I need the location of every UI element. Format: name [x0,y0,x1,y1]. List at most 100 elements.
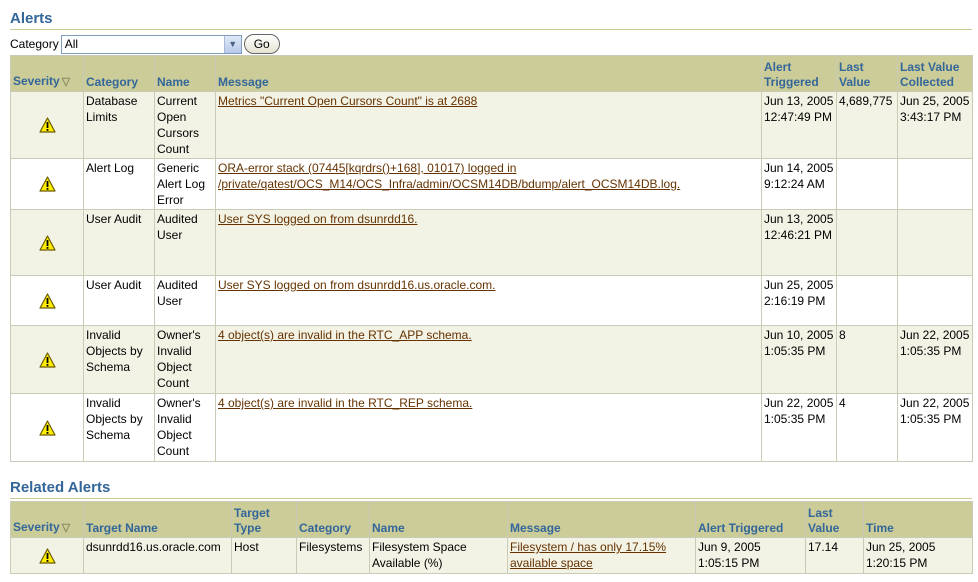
table-row: Invalid Objects by Schema Owner's Invalid… [10,393,973,462]
last-value-collected-cell [897,158,973,210]
severity-cell [10,325,84,394]
category-select-value: All [64,37,79,51]
severity-cell [10,209,84,276]
time-cell: Jun 25, 2005 1:20:15 PM [863,537,973,574]
message-link[interactable]: 4 object(s) are invalid in the RTC_APP s… [218,328,472,342]
alert-triggered-cell: Jun 14, 2005 9:12:24 AM [761,158,837,210]
related-column-header-time[interactable]: Time [863,501,973,538]
warning-icon [38,117,56,134]
last-value-collected-cell: Jun 22, 2005 1:05:35 PM [897,325,973,394]
column-header-last-value-collected[interactable]: Last Value Collected [897,55,973,92]
category-cell: Database Limits [83,91,155,159]
message-link[interactable]: User SYS logged on from dsunrdd16. [218,212,417,226]
category-cell: User Audit [83,209,155,276]
related-column-header-name[interactable]: Name [369,501,508,538]
table-row: Alert Log Generic Alert Log Error ORA-erro… [10,158,973,210]
related-column-header-last-value[interactable]: Last Value [805,501,864,538]
message-link[interactable]: ORA-error stack (07445[kqrdrs()+168], 01… [218,161,680,191]
sort-descending-icon[interactable]: ▽ [62,76,70,88]
related-column-header-severity[interactable]: Severity ▽ [10,501,84,538]
table-row: dsunrdd16.us.oracle.com Host Filesystems Fi… [10,537,973,574]
table-row: Database Limits Current Open Cursors Coun… [10,91,973,159]
severity-cell [10,275,84,326]
column-header-category[interactable]: Category [83,55,155,92]
alerts-table: Severity ▽ Category Name Message Alert Tr… [10,55,973,462]
warning-icon [38,548,56,564]
last-value-cell [836,158,898,210]
last-value-cell [836,275,898,326]
category-cell: Filesystems [296,537,370,574]
alerts-title-rule [10,29,972,30]
message-cell: Metrics "Current Open Cursors Count" is … [215,91,762,159]
message-cell: ORA-error stack (07445[kqrdrs()+168], 01… [215,158,762,210]
name-cell: Owner's Invalid Object Count [154,325,216,394]
message-link[interactable]: Filesystem / has only 17.15% available s… [510,540,666,570]
category-filter: Category All ▼ Go [10,34,280,54]
last-value-cell: 4,689,775 [836,91,898,159]
last-value-cell [836,209,898,276]
message-cell: User SYS logged on from dsunrdd16.us.ora… [215,275,762,326]
alert-triggered-cell: Jun 10, 2005 1:05:35 PM [761,325,837,394]
last-value-collected-cell: Jun 25, 2005 3:43:17 PM [897,91,973,159]
table-row: User Audit Audited User User SYS logged on… [10,275,973,326]
severity-cell [10,537,84,574]
table-row: User Audit Audited User User SYS logged on… [10,209,973,276]
related-column-header-alert-triggered[interactable]: Alert Triggered [695,501,806,538]
last-value-cell: 8 [836,325,898,394]
alerts-title: Alerts [10,10,53,27]
alert-triggered-cell: Jun 9, 2005 1:05:15 PM [695,537,806,574]
message-cell: 4 object(s) are invalid in the RTC_APP s… [215,325,762,394]
related-alerts-title-rule [10,498,972,499]
category-select[interactable]: All ▼ [60,34,242,54]
last-value-collected-cell [897,209,973,276]
sort-descending-icon[interactable]: ▽ [62,522,70,534]
chevron-down-icon[interactable]: ▼ [223,35,241,53]
column-header-name[interactable]: Name [154,55,216,92]
related-column-header-message[interactable]: Message [507,501,696,538]
column-header-alert-triggered[interactable]: Alert Triggered [761,55,837,92]
category-cell: Alert Log [83,158,155,210]
warning-icon [38,420,56,436]
column-header-message[interactable]: Message [215,55,762,92]
last-value-collected-cell: Jun 22, 2005 1:05:35 PM [897,393,973,462]
category-cell: Invalid Objects by Schema [83,393,155,462]
target-name-cell: dsunrdd16.us.oracle.com [83,537,232,574]
name-cell: Audited User [154,275,216,326]
go-button[interactable]: Go [243,34,280,54]
warning-icon [38,235,56,251]
last-value-cell: 4 [836,393,898,462]
name-cell: Owner's Invalid Object Count [154,393,216,462]
warning-icon [38,176,56,193]
name-cell: Filesystem Space Available (%) [369,537,508,574]
name-cell: Current Open Cursors Count [154,91,216,159]
alert-triggered-cell: Jun 13, 2005 12:46:21 PM [761,209,837,276]
message-cell: Filesystem / has only 17.15% available s… [507,537,696,574]
category-cell: User Audit [83,275,155,326]
message-link[interactable]: User SYS logged on from dsunrdd16.us.ora… [218,278,495,292]
message-cell: 4 object(s) are invalid in the RTC_REP s… [215,393,762,462]
name-cell: Generic Alert Log Error [154,158,216,210]
severity-cell [10,393,84,462]
related-column-header-target-name[interactable]: Target Name [83,501,232,538]
target-type-cell: Host [231,537,297,574]
message-cell: User SYS logged on from dsunrdd16. [215,209,762,276]
column-header-severity[interactable]: Severity ▽ [10,55,84,92]
category-cell: Invalid Objects by Schema [83,325,155,394]
related-column-header-category[interactable]: Category [296,501,370,538]
alert-triggered-cell: Jun 13, 2005 12:47:49 PM [761,91,837,159]
column-header-last-value[interactable]: Last Value [836,55,898,92]
warning-icon [38,293,56,309]
related-alerts-title: Related Alerts [10,479,111,496]
message-link[interactable]: 4 object(s) are invalid in the RTC_REP s… [218,396,472,410]
message-link[interactable]: Metrics "Current Open Cursors Count" is … [218,94,477,108]
alert-triggered-cell: Jun 25, 2005 2:16:19 PM [761,275,837,326]
last-value-cell: 17.14 [805,537,864,574]
alert-triggered-cell: Jun 22, 2005 1:05:35 PM [761,393,837,462]
warning-icon [38,352,56,368]
related-column-header-target-type[interactable]: Target Type [231,501,297,538]
related-alerts-table: Severity ▽ Target Name Target Type Catego… [10,501,973,574]
severity-cell [10,91,84,159]
category-label: Category [10,37,59,51]
severity-cell [10,158,84,210]
last-value-collected-cell [897,275,973,326]
